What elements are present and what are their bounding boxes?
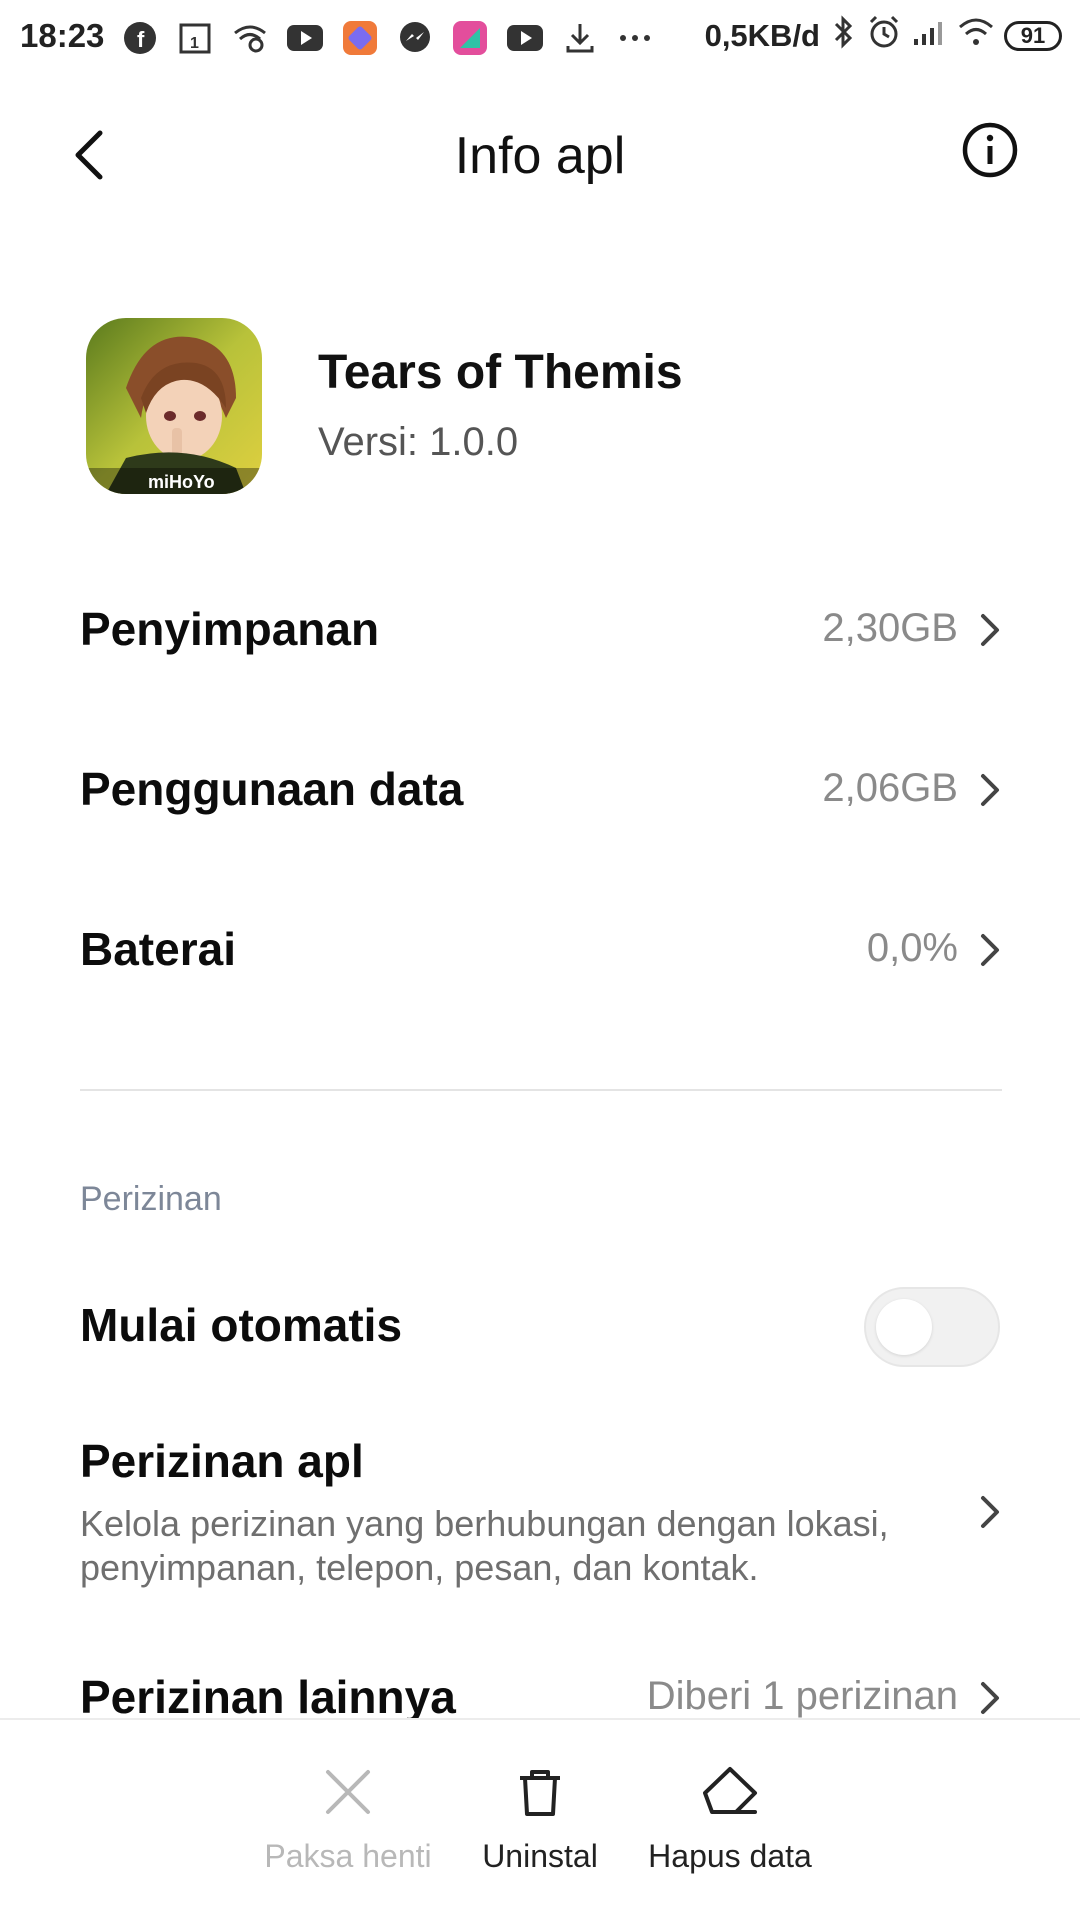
app2-icon: [448, 16, 492, 60]
chevron-right-icon: [981, 614, 999, 646]
close-x-icon: [326, 1770, 370, 1814]
uninstall-label: Uninstal: [482, 1838, 598, 1874]
chevron-right-icon: [981, 774, 999, 806]
download-icon: [558, 16, 602, 60]
app-icon: [338, 16, 382, 60]
chevron-right-icon: [981, 934, 999, 966]
force-stop-label: Paksa henti: [264, 1838, 432, 1874]
facebook-icon: f: [118, 16, 162, 60]
page-title: Info apl: [454, 127, 626, 185]
app-permissions-label: Perizinan apl: [80, 1435, 364, 1487]
battery-indicator: 91: [1004, 21, 1062, 51]
battery-row[interactable]: Baterai 0,0%: [80, 902, 1002, 1002]
calendar-icon: 1: [173, 16, 217, 60]
status-time: 18:23: [20, 17, 105, 54]
messenger-icon: [393, 16, 437, 60]
chevron-right-icon: [981, 1682, 999, 1714]
clear-data-button[interactable]: Hapus data: [630, 1766, 830, 1875]
app-name: Tears of Themis: [318, 346, 683, 399]
data-usage-value: 2,06GB: [822, 766, 958, 810]
app-bar: Info apl: [0, 90, 1080, 220]
youtube-icon: [283, 16, 327, 60]
youtube-icon: [503, 16, 547, 60]
other-permissions-value: Diberi 1 perizinan: [646, 1674, 958, 1718]
info-icon: [962, 122, 1018, 178]
status-right: 0,5KB/d 91: [705, 14, 1062, 58]
signal-icon: [912, 17, 948, 55]
toggle-knob: [876, 1299, 932, 1355]
wifi-icon: [958, 17, 994, 55]
chevron-right-icon: [981, 1496, 999, 1528]
app-version: Versi: 1.0.0: [318, 420, 519, 464]
alarm-icon: [866, 14, 902, 58]
notification-icons: f 1: [118, 16, 668, 60]
permissions-section-title: Perizinan: [80, 1180, 222, 1218]
force-stop-button[interactable]: Paksa henti: [248, 1766, 448, 1875]
autostart-toggle[interactable]: [864, 1287, 1000, 1367]
data-usage-row[interactable]: Penggunaan data 2,06GB: [80, 742, 1002, 842]
storage-value: 2,30GB: [822, 606, 958, 650]
divider: [80, 1089, 1002, 1091]
storage-label: Penyimpanan: [80, 603, 380, 655]
app-permissions-description: Kelola perizinan yang berhubungan dengan…: [80, 1503, 889, 1588]
other-permissions-label: Perizinan lainnya: [80, 1671, 456, 1723]
battery-label: Baterai: [80, 923, 236, 975]
network-speed: 0,5KB/d: [704, 18, 820, 53]
battery-value: 0,0%: [866, 926, 958, 970]
trash-icon: [520, 1770, 560, 1816]
data-usage-label: Penggunaan data: [80, 763, 464, 815]
clear-data-label: Hapus data: [648, 1838, 812, 1874]
svg-text:1: 1: [190, 35, 199, 52]
status-bar: 18:23 f 1 0,5KB/d 91: [0, 0, 1080, 76]
app-icon-label: miHoYo: [148, 472, 215, 492]
uninstall-button[interactable]: Uninstal: [440, 1766, 640, 1875]
more-dots-icon: [613, 16, 657, 60]
app-icon-image: miHoYo: [86, 318, 262, 494]
bluetooth-icon: [832, 14, 856, 58]
storage-row[interactable]: Penyimpanan 2,30GB: [80, 582, 1002, 682]
autostart-label: Mulai otomatis: [80, 1299, 403, 1351]
bottom-action-bar: Paksa henti Uninstal Hapus data: [0, 1718, 1080, 1922]
wifi-hotspot-icon: [228, 16, 272, 60]
eraser-icon: [703, 1767, 757, 1814]
info-button[interactable]: [960, 120, 1020, 180]
svg-text:f: f: [137, 27, 145, 52]
